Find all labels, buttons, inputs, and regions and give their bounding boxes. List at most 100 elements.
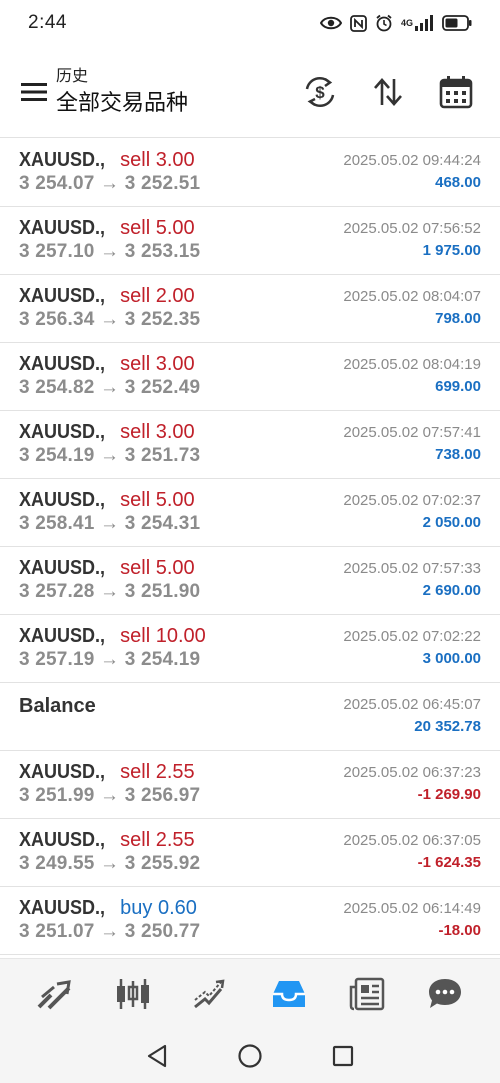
menu-button[interactable] [6, 64, 62, 120]
nav-history[interactable] [261, 966, 317, 1022]
status-icons: 4G [319, 14, 472, 32]
calendar-icon [439, 75, 473, 108]
trade-time: 2025.05.02 09:44:24 [343, 152, 481, 169]
hamburger-icon [21, 82, 47, 101]
trade-symbol: XAUUSD., [19, 761, 106, 783]
trade-row[interactable]: XAUUSD., sell 3.00 3 254.82 → 3 252.49 2… [0, 343, 500, 411]
chat-icon [429, 978, 461, 1008]
trade-row[interactable]: XAUUSD., sell 5.00 3 257.28 → 3 251.90 2… [0, 547, 500, 615]
trade-side: sell 2.00 [120, 285, 195, 307]
header-titles[interactable]: 历史 全部交易品种 [56, 66, 290, 118]
trade-time: 2025.05.02 06:37:05 [343, 832, 481, 849]
history-icon [273, 980, 305, 1007]
trade-time: 2025.05.02 06:45:07 [343, 696, 481, 713]
trade-time: 2025.05.02 08:04:07 [343, 288, 481, 305]
signal-icon: 4G [401, 15, 434, 31]
back-icon [147, 1044, 166, 1067]
trade-time: 2025.05.02 07:56:52 [343, 220, 481, 237]
alarm-icon [375, 14, 393, 32]
trade-prices: 3 249.55 → 3 255.92 [19, 853, 201, 874]
trade-row[interactable]: XAUUSD., sell 2.55 3 251.99 → 3 256.97 2… [0, 751, 500, 819]
recents-icon [333, 1045, 354, 1066]
swap-currency-button[interactable]: $ [290, 64, 350, 120]
trade-side: sell 3.00 [120, 421, 195, 443]
page-title: 全部交易品种 [56, 89, 189, 115]
system-navigation [0, 1028, 500, 1083]
trade-symbol: XAUUSD., [19, 489, 106, 511]
trade-prices: 3 257.19 → 3 254.19 [19, 649, 201, 670]
trade-side: sell 10.00 [120, 625, 206, 647]
trade-profit: 3 000.00 [422, 650, 481, 667]
trade-row[interactable]: XAUUSD., sell 3.00 3 254.07 → 3 252.51 2… [0, 139, 500, 207]
trade-symbol: XAUUSD., [19, 217, 106, 239]
news-icon [349, 977, 385, 1010]
nav-trade[interactable] [183, 966, 239, 1022]
trade-row[interactable]: XAUUSD., sell 2.00 3 256.34 → 3 252.35 2… [0, 275, 500, 343]
nav-chart[interactable] [105, 966, 161, 1022]
trade-profit: 468.00 [435, 174, 481, 191]
trade-profit: 699.00 [435, 378, 481, 395]
page-subtitle: 历史 [56, 67, 89, 85]
sort-button[interactable] [358, 64, 418, 120]
recents-button[interactable] [323, 1036, 363, 1076]
swap-currency-icon: $ [305, 76, 335, 107]
trade-side: sell 3.00 [120, 353, 195, 375]
trade-profit: -1 624.35 [417, 854, 481, 871]
trade-time: 2025.05.02 07:02:22 [343, 628, 481, 645]
trade-side: sell 3.00 [120, 149, 195, 171]
trade-time: 2025.05.02 07:57:41 [343, 424, 481, 441]
home-icon [238, 1043, 262, 1068]
trade-side: sell 5.00 [120, 217, 195, 239]
balance-row[interactable]: Balance 2025.05.02 06:45:07 20 352.78 [0, 683, 500, 751]
trade-side: sell 2.55 [120, 761, 195, 783]
trade-symbol: XAUUSD., [19, 557, 106, 579]
trade-profit: -18.00 [438, 922, 481, 939]
trade-prices: 3 251.99 → 3 256.97 [19, 785, 201, 806]
trade-row[interactable]: XAUUSD., buy 0.60 3 251.07 → 3 250.77 20… [0, 887, 500, 955]
trade-time: 2025.05.02 06:14:49 [343, 900, 481, 917]
trade-symbol: XAUUSD., [19, 625, 106, 647]
balance-label: Balance [19, 695, 96, 717]
trade-time: 2025.05.02 08:04:19 [343, 356, 481, 373]
nav-chat[interactable] [417, 966, 473, 1022]
trade-prices: 3 257.28 → 3 251.90 [19, 581, 201, 602]
trade-side: buy 0.60 [120, 897, 197, 919]
nav-news[interactable] [339, 966, 395, 1022]
status-bar: 2:44 4G [0, 0, 500, 46]
quotes-icon [37, 979, 71, 1009]
calendar-button[interactable] [426, 64, 486, 120]
trade-symbol: XAUUSD., [19, 829, 106, 851]
eye-icon [319, 15, 342, 31]
nav-quotes[interactable] [27, 966, 83, 1022]
trade-symbol: XAUUSD., [19, 149, 106, 171]
trade-profit: 2 050.00 [422, 514, 481, 531]
network-label: 4G [400, 17, 413, 28]
trade-row[interactable]: XAUUSD., sell 5.00 3 258.41 → 3 254.31 2… [0, 479, 500, 547]
header-actions: $ [290, 64, 486, 120]
trade-symbol: XAUUSD., [19, 421, 106, 443]
trade-prices: 3 258.41 → 3 254.31 [19, 513, 201, 534]
trade-icon [194, 979, 225, 1008]
trade-prices: 3 251.07 → 3 250.77 [19, 921, 201, 942]
status-time: 2:44 [28, 12, 67, 33]
svg-text:$: $ [315, 83, 325, 102]
bottom-navigation [0, 958, 500, 1028]
trade-symbol: XAUUSD., [19, 897, 106, 919]
back-button[interactable] [137, 1036, 177, 1076]
nfc-icon [350, 14, 367, 32]
trade-side: sell 5.00 [120, 489, 195, 511]
chart-icon [117, 978, 149, 1009]
trade-row[interactable]: XAUUSD., sell 10.00 3 257.19 → 3 254.19 … [0, 615, 500, 683]
trade-row[interactable]: XAUUSD., sell 5.00 3 257.10 → 3 253.15 2… [0, 207, 500, 275]
trade-prices: 3 256.34 → 3 252.35 [19, 309, 201, 330]
battery-icon [442, 15, 472, 31]
home-button[interactable] [230, 1036, 270, 1076]
trade-symbol: XAUUSD., [19, 353, 106, 375]
trade-time: 2025.05.02 07:02:37 [343, 492, 481, 509]
trade-prices: 3 257.10 → 3 253.15 [19, 241, 201, 262]
trade-time: 2025.05.02 07:57:33 [343, 560, 481, 577]
trade-profit: -1 269.90 [417, 786, 481, 803]
trade-row[interactable]: XAUUSD., sell 3.00 3 254.19 → 3 251.73 2… [0, 411, 500, 479]
trade-profit: 1 975.00 [422, 242, 481, 259]
trade-row[interactable]: XAUUSD., sell 2.55 3 249.55 → 3 255.92 2… [0, 819, 500, 887]
